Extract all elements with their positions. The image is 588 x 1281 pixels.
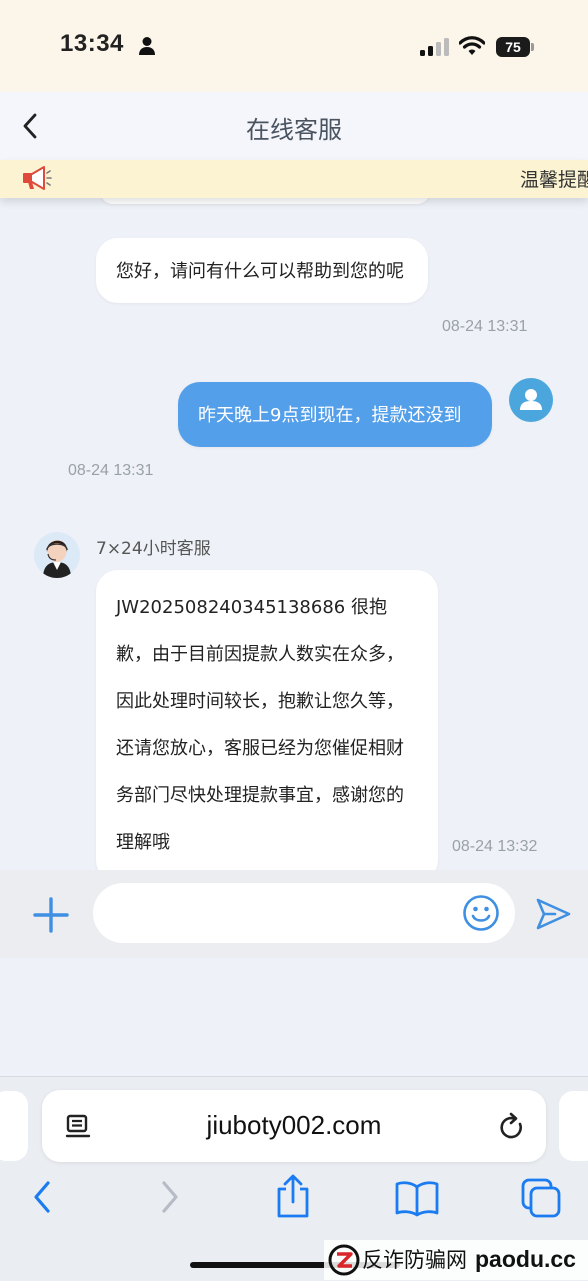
notice-bar[interactable]: 温馨提醒 bbox=[0, 160, 588, 198]
signal-icon bbox=[420, 38, 449, 56]
next-tab[interactable] bbox=[559, 1091, 588, 1161]
browser-back-icon[interactable] bbox=[28, 1177, 56, 1217]
message-timestamp: 08-24 13:32 bbox=[452, 838, 538, 855]
status-time: 13:34 bbox=[60, 30, 124, 57]
message-text: JW202508240345138686 很抱歉，由于目前因提款人数实在众多，因… bbox=[116, 597, 404, 853]
paper-plane-icon[interactable] bbox=[533, 894, 573, 934]
battery-indicator: 75 bbox=[496, 37, 534, 57]
wifi-icon bbox=[459, 36, 485, 55]
megaphone-icon bbox=[23, 166, 52, 190]
person-icon bbox=[139, 37, 155, 55]
user-message-bubble: 昨天晚上9点到现在，提款还没到 bbox=[178, 382, 492, 447]
watermark-domain: paodu.cc bbox=[475, 1246, 576, 1272]
browser-forward-icon[interactable] bbox=[156, 1177, 184, 1217]
watermark-title: 反诈防骗网 bbox=[362, 1248, 467, 1272]
watermark: 反诈防骗网 paodu.cc bbox=[324, 1240, 588, 1280]
message-text: 昨天晚上9点到现在，提款还没到 bbox=[198, 405, 462, 426]
user-avatar bbox=[509, 378, 553, 422]
agent-name: 7×24小时客服 bbox=[96, 539, 211, 559]
agent-message-bubble: JW202508240345138686 很抱歉，由于目前因提款人数实在众多，因… bbox=[96, 570, 438, 870]
message-timestamp: 08-24 13:31 bbox=[442, 318, 528, 335]
chat-area[interactable]: 您好，请问有什么可以帮助到您的呢 08-24 13:31 08-24 13:31… bbox=[0, 198, 588, 870]
watermark-logo-icon bbox=[328, 1244, 360, 1276]
status-bar: 13:34 75 bbox=[0, 0, 588, 92]
previous-tab[interactable] bbox=[0, 1091, 28, 1161]
notice-text: 温馨提醒 bbox=[520, 169, 588, 191]
message-timestamp: 08-24 13:31 bbox=[68, 462, 154, 479]
message-input-bar bbox=[0, 870, 588, 958]
page-title: 在线客服 bbox=[246, 116, 342, 144]
battery-level: 75 bbox=[496, 37, 530, 57]
share-icon[interactable] bbox=[274, 1173, 312, 1219]
message-text: 您好，请问有什么可以帮助到您的呢 bbox=[116, 261, 404, 282]
url-text: jiuboty002.com bbox=[206, 1110, 382, 1140]
agent-message-bubble: 您好，请问有什么可以帮助到您的呢 bbox=[96, 238, 428, 303]
message-input[interactable] bbox=[93, 883, 515, 943]
nav-header: 在线客服 bbox=[0, 92, 588, 160]
smiley-icon[interactable] bbox=[462, 894, 500, 932]
reload-icon[interactable] bbox=[498, 1112, 526, 1142]
plus-icon[interactable] bbox=[30, 894, 72, 936]
address-bar[interactable]: jiuboty002.com bbox=[42, 1090, 546, 1162]
agent-headset-icon bbox=[43, 540, 71, 578]
agent-avatar bbox=[34, 532, 80, 578]
battery-cap bbox=[531, 43, 534, 51]
tabs-icon[interactable] bbox=[520, 1177, 562, 1219]
watermark-text: 反诈防骗网 paodu.cc bbox=[362, 1244, 576, 1274]
previous-message-bubble bbox=[100, 198, 430, 204]
bookmarks-icon[interactable] bbox=[394, 1179, 440, 1217]
user-icon bbox=[520, 389, 542, 410]
